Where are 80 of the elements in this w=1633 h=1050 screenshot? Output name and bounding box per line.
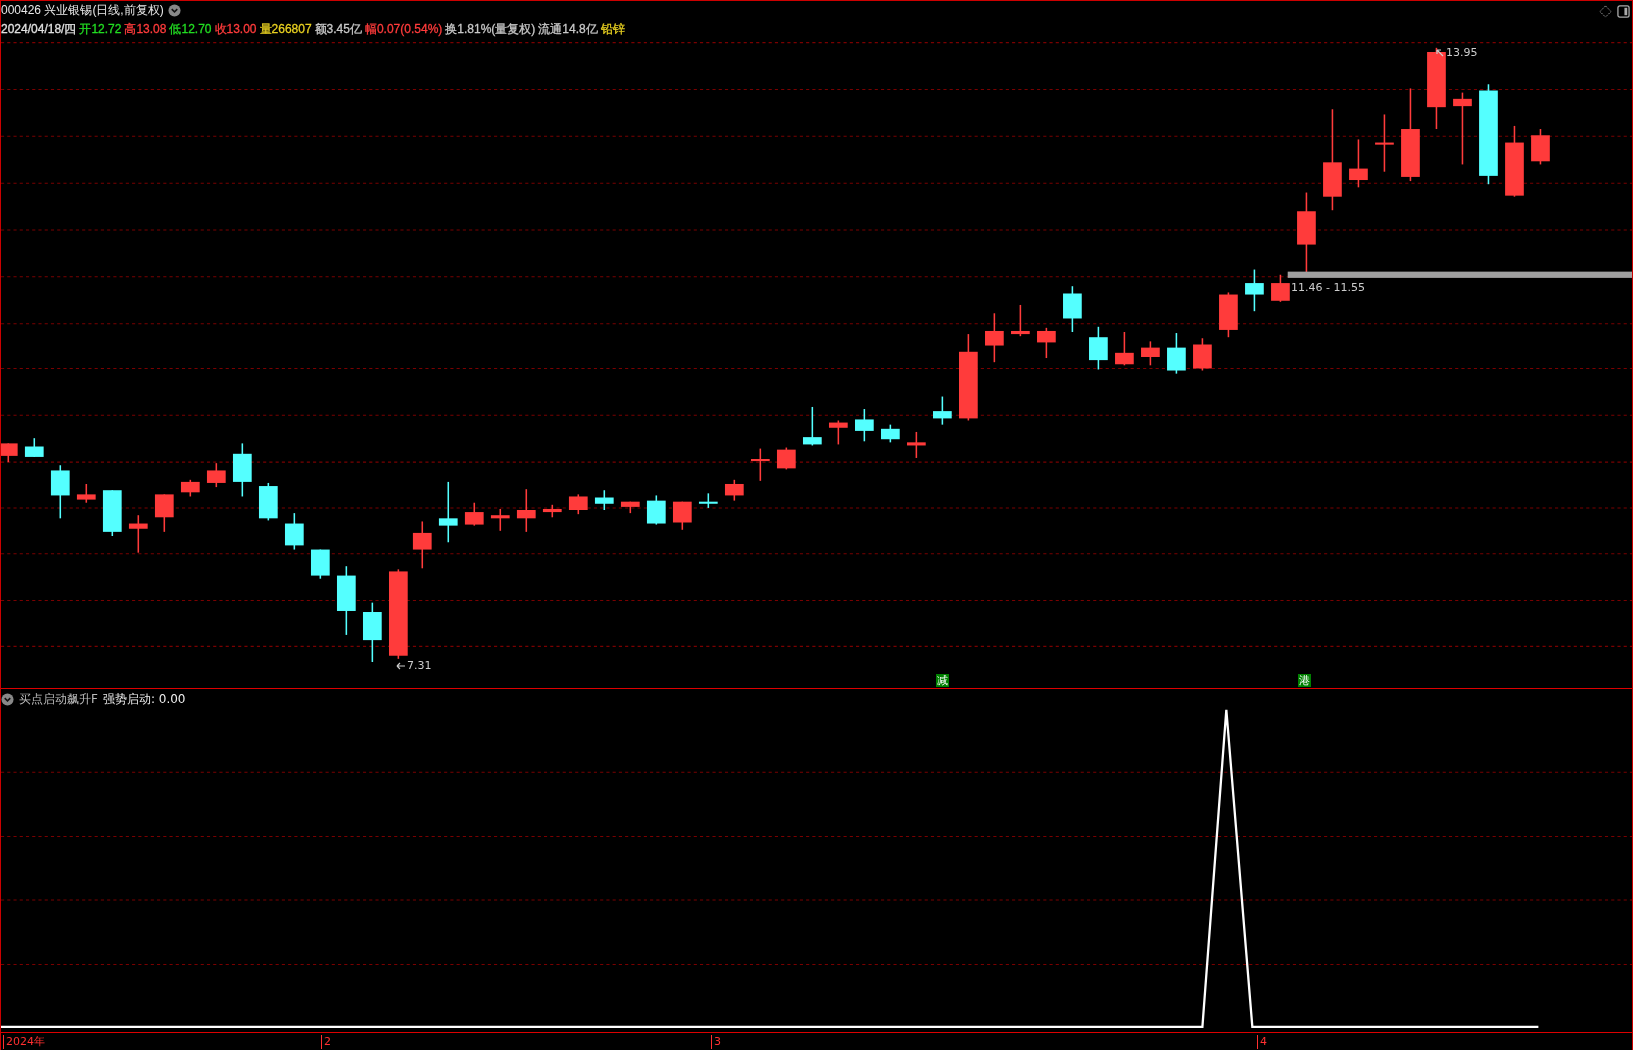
candlestick	[102, 489, 122, 537]
candlestick	[76, 483, 96, 504]
event-marker: 减	[936, 674, 949, 687]
candlestick	[1089, 326, 1108, 371]
candlestick	[855, 408, 874, 443]
candlestick	[24, 437, 44, 458]
event-marker: 港	[1298, 674, 1311, 687]
candlestick	[284, 512, 304, 551]
candlestick	[933, 395, 952, 426]
quote-field: 2024/04/18/四	[1, 21, 77, 38]
candlestick	[646, 494, 666, 526]
candlestick	[907, 431, 926, 459]
quote-field: 高13.08	[124, 21, 167, 38]
candlestick	[672, 500, 692, 531]
price-zone-label: 11.46 - 11.55	[1291, 281, 1365, 294]
candlestick	[594, 489, 614, 511]
candlestick	[1219, 291, 1238, 338]
axis-label: 2	[321, 1035, 331, 1049]
candlestick	[206, 462, 226, 488]
candlestick	[438, 481, 458, 544]
candlestick	[490, 508, 510, 532]
candlestick	[803, 406, 822, 447]
candlestick	[776, 446, 796, 471]
candlestick	[1115, 331, 1134, 367]
indicator-name: 买点启动飙升F	[19, 691, 98, 708]
arrow-icon	[396, 660, 406, 671]
candlestick	[1011, 304, 1030, 337]
candlestick	[258, 482, 278, 522]
candlestick	[128, 514, 148, 554]
axis-label: 2024年	[3, 1035, 45, 1049]
arrow-icon	[1435, 47, 1445, 58]
candlestick	[829, 419, 848, 446]
candlestick	[542, 504, 562, 519]
candlestick	[1375, 113, 1394, 173]
candlestick	[1141, 340, 1160, 367]
candlestick	[464, 501, 484, 527]
dropdown-icon[interactable]	[167, 4, 181, 17]
candlestick	[1245, 268, 1264, 312]
dropdown-icon[interactable]	[1, 693, 14, 706]
quote-field: 流通14.8亿	[538, 21, 598, 38]
quote-field: 量266807	[259, 21, 312, 38]
quote-field: 幅0.07(0.54%)	[364, 21, 443, 38]
candlestick	[50, 464, 70, 520]
candlestick	[1167, 332, 1186, 375]
candlestick	[1037, 327, 1056, 359]
candlestick	[724, 479, 744, 502]
candlestick	[412, 520, 432, 570]
quote-field: 换1.81%(量复权)	[445, 21, 536, 38]
candlestick	[516, 488, 536, 533]
candlestick	[363, 601, 382, 663]
candlestick	[985, 312, 1004, 363]
candlestick	[180, 479, 200, 498]
candlestick	[1349, 138, 1368, 189]
candlestick	[310, 548, 330, 580]
indicator-value: 强势启动: 0.00	[102, 691, 186, 708]
candlestick	[154, 493, 174, 533]
diamond-icon[interactable]	[1599, 5, 1612, 18]
candlestick	[698, 492, 718, 509]
axis-label: 4	[1257, 1035, 1267, 1049]
quote-field: 铅锌	[600, 21, 625, 38]
candlestick	[1193, 337, 1212, 372]
candlestick	[1531, 128, 1550, 166]
candlestick	[232, 442, 252, 498]
candlestick	[1, 442, 18, 463]
candlestick	[568, 493, 588, 515]
stock-title: 000426 兴业银锡(日线,前复权)	[1, 2, 164, 19]
candlestick	[620, 500, 640, 514]
quote-field: 收13.00	[214, 21, 257, 38]
candlestick	[337, 565, 356, 636]
quote-field: 开12.72	[79, 21, 122, 38]
low-price-label: 7.31	[407, 659, 432, 672]
candlestick	[1271, 274, 1290, 303]
candlestick	[1063, 285, 1082, 333]
candlestick	[750, 447, 770, 482]
quote-field: 低12.70	[169, 21, 212, 38]
window-icon[interactable]	[1617, 5, 1630, 18]
quote-field: 额3.45亿	[314, 21, 362, 38]
candlestick	[881, 423, 900, 444]
axis-label: 3	[711, 1035, 721, 1049]
high-price-label: 13.95	[1446, 46, 1478, 59]
